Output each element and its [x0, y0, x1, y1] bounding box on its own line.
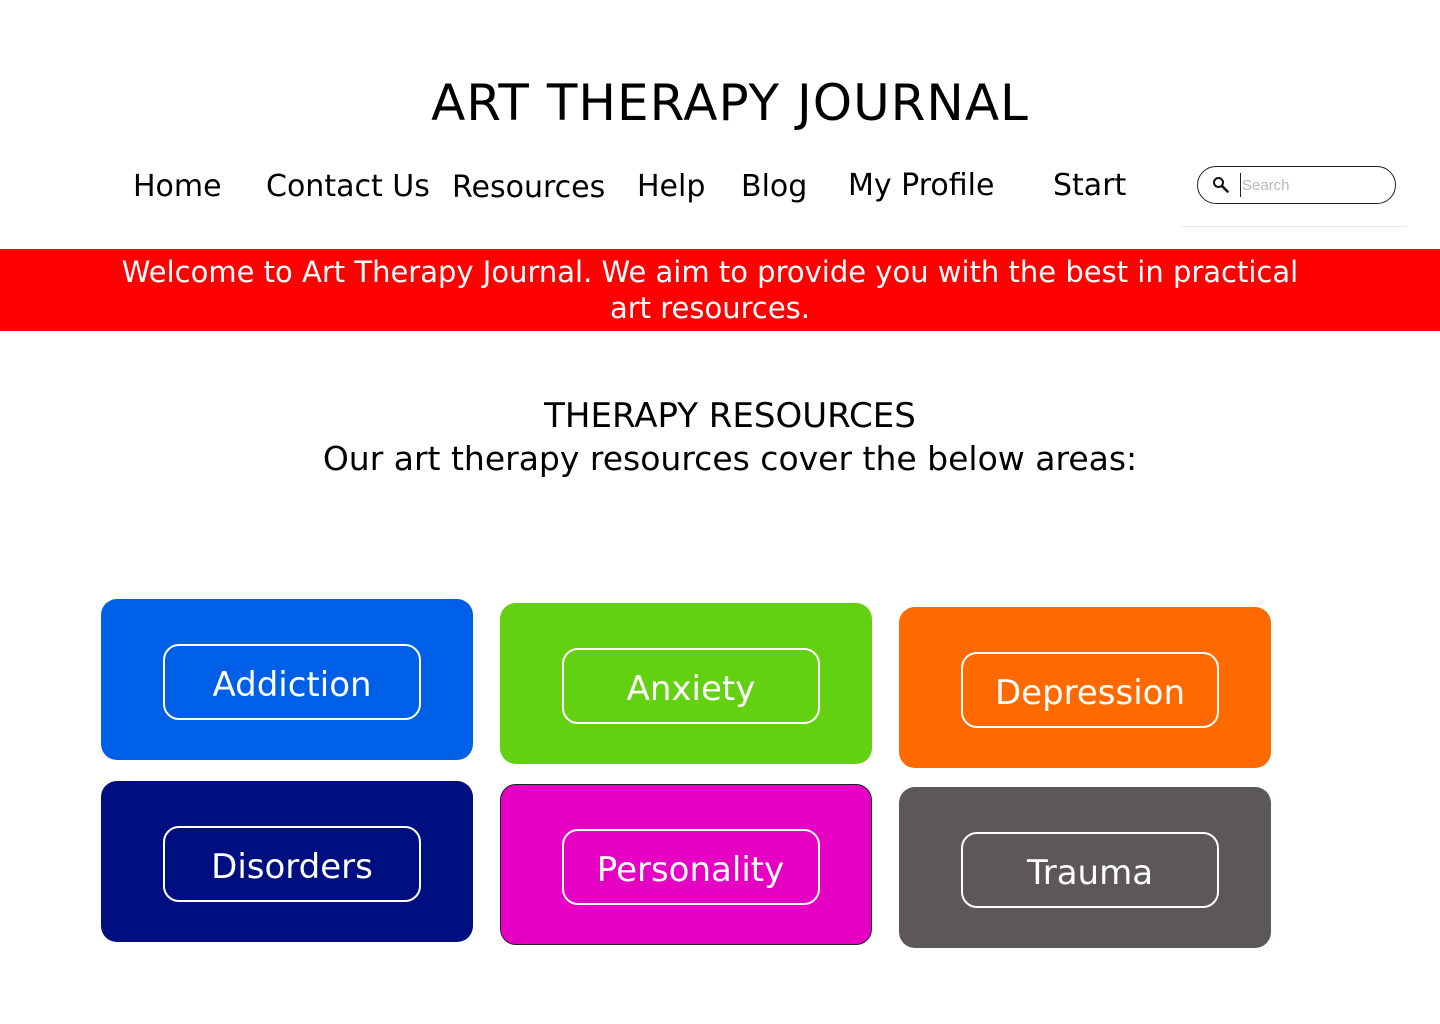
search-divider — [1182, 226, 1406, 227]
search-input[interactable] — [1240, 173, 1382, 197]
welcome-banner: Welcome to Art Therapy Journal. We aim t… — [0, 249, 1440, 331]
card-addiction[interactable]: Addiction — [101, 599, 473, 760]
site-title: ART THERAPY JOURNAL — [431, 74, 1029, 132]
addiction-button[interactable]: Addiction — [163, 644, 421, 720]
card-personality[interactable]: Personality — [500, 784, 872, 945]
section-subtitle: Our art therapy resources cover the belo… — [322, 439, 1138, 478]
nav-item-blog[interactable]: Blog — [741, 172, 807, 202]
trauma-button[interactable]: Trauma — [961, 832, 1219, 908]
disorders-button[interactable]: Disorders — [163, 826, 421, 902]
nav-item-help[interactable]: Help — [637, 172, 705, 202]
depression-button[interactable]: Depression — [961, 652, 1219, 728]
search-box[interactable] — [1197, 166, 1396, 204]
card-depression[interactable]: Depression — [899, 607, 1271, 768]
card-disorders[interactable]: Disorders — [101, 781, 473, 942]
section-title: THERAPY RESOURCES — [544, 396, 916, 436]
nav-item-start[interactable]: Start — [1053, 171, 1126, 201]
welcome-banner-text: Welcome to Art Therapy Journal. We aim t… — [121, 255, 1299, 325]
card-trauma[interactable]: Trauma — [899, 787, 1271, 948]
search-icon[interactable] — [1212, 176, 1230, 194]
nav-item-home[interactable]: Home — [133, 172, 222, 202]
nav-item-my-profile[interactable]: My Profile — [848, 171, 994, 201]
nav-item-resources[interactable]: Resources — [452, 173, 605, 203]
personality-button[interactable]: Personality — [561, 828, 820, 905]
nav-item-contact-us[interactable]: Contact Us — [266, 172, 430, 202]
card-anxiety[interactable]: Anxiety — [500, 603, 872, 764]
anxiety-button[interactable]: Anxiety — [562, 648, 820, 724]
